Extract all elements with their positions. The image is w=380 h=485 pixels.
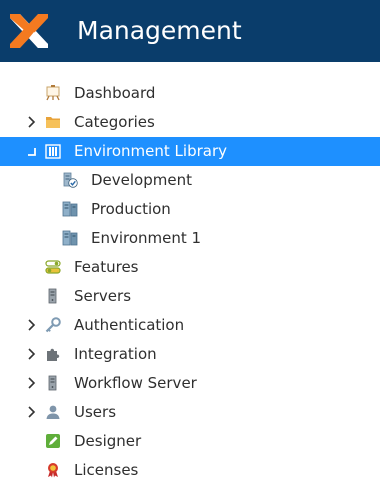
tree-item-dashboard[interactable]: Dashboard	[0, 79, 380, 108]
collapse-toggle-icon[interactable]	[26, 145, 38, 157]
tree-item-label: Workflow Server	[74, 374, 197, 392]
tree-item-label: Environment Library	[74, 142, 227, 160]
app-header: Management	[0, 0, 380, 62]
tree-item-label: Designer	[74, 432, 142, 450]
server-icon	[45, 288, 61, 304]
pencil-icon	[45, 433, 61, 449]
tree-item-label: Production	[91, 200, 171, 218]
tree-item-label: Authentication	[74, 316, 185, 334]
toggles-icon	[45, 259, 61, 275]
tree-item-label: Users	[74, 403, 117, 421]
chevron-right-icon[interactable]	[26, 348, 38, 360]
building-icon	[45, 143, 61, 159]
tree-item-label: Integration	[74, 345, 157, 363]
server-rack-icon	[62, 201, 78, 217]
user-icon	[45, 404, 61, 420]
easel-icon	[45, 85, 61, 101]
tree-item-label: Environment 1	[91, 229, 202, 247]
tree-item-authentication[interactable]: Authentication	[0, 311, 380, 340]
tree-item-label: Licenses	[74, 461, 139, 479]
tree-item-users[interactable]: Users	[0, 398, 380, 427]
tree-item-label: Categories	[74, 113, 155, 131]
server-rack-icon	[62, 230, 78, 246]
tree-item-features[interactable]: Features	[0, 253, 380, 282]
tree-item-categories[interactable]: Categories	[0, 108, 380, 137]
tree-item-label: Servers	[74, 287, 132, 305]
tree-item-label: Development	[91, 171, 192, 189]
tree-item-environment-library[interactable]: Environment Library	[0, 137, 380, 166]
award-icon	[45, 462, 61, 478]
tree-item-servers[interactable]: Servers	[0, 282, 380, 311]
checked-server-icon	[62, 172, 78, 188]
tree-item-integration[interactable]: Integration	[0, 340, 380, 369]
key-icon	[45, 317, 61, 333]
navigation-tree: Dashboard Categories Environment Library…	[0, 79, 380, 485]
tree-item-production[interactable]: Production	[0, 195, 380, 224]
server-icon	[45, 375, 61, 391]
folder-icon	[45, 114, 61, 130]
chevron-right-icon[interactable]	[26, 406, 38, 418]
tree-item-label: Dashboard	[74, 84, 156, 102]
tree-item-environment-1[interactable]: Environment 1	[0, 224, 380, 253]
tree-item-workflow-server[interactable]: Workflow Server	[0, 369, 380, 398]
tree-item-label: Features	[74, 258, 139, 276]
chevron-right-icon[interactable]	[26, 377, 38, 389]
tree-item-designer[interactable]: Designer	[0, 427, 380, 456]
chevron-right-icon[interactable]	[26, 116, 38, 128]
chevron-right-icon[interactable]	[26, 319, 38, 331]
x-logo-icon[interactable]	[8, 10, 50, 52]
tree-item-development[interactable]: Development	[0, 166, 380, 195]
app-title: Management	[77, 16, 242, 45]
puzzle-icon	[45, 346, 61, 362]
